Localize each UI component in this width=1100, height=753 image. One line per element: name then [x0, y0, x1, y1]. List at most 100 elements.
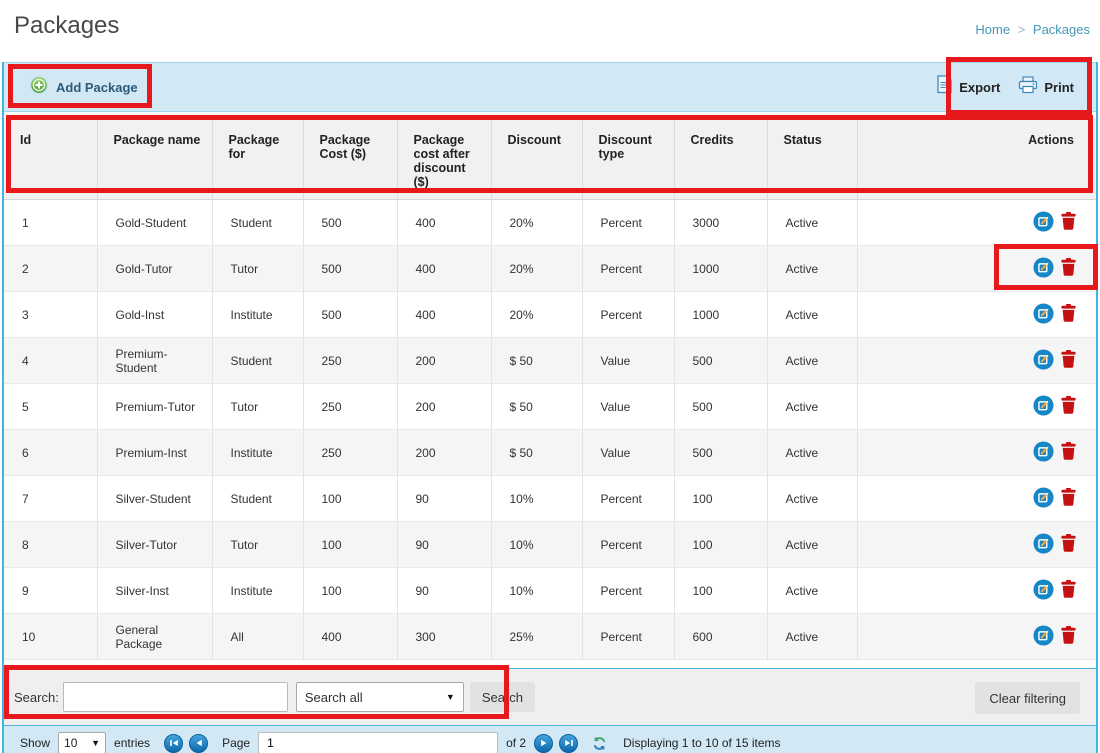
column-header-package-for[interactable]: Package for	[212, 118, 303, 200]
table-row[interactable]: 1Gold-StudentStudent50040020%Percent3000…	[4, 200, 1096, 246]
cell-id: 3	[4, 292, 97, 338]
column-header-status[interactable]: Status	[767, 118, 857, 200]
top-bar: Packages Home > Packages	[0, 0, 1100, 62]
table-row[interactable]: 9Silver-InstInstitute1009010%Percent100A…	[4, 568, 1096, 614]
delete-button[interactable]	[1061, 396, 1076, 417]
table-row[interactable]: 3Gold-InstInstitute50040020%Percent1000A…	[4, 292, 1096, 338]
table-row[interactable]: 5Premium-TutorTutor250200$ 50Value500Act…	[4, 384, 1096, 430]
cell-cost: 500	[303, 246, 397, 292]
edit-icon	[1033, 487, 1054, 511]
first-page-button[interactable]	[164, 734, 183, 753]
edit-button[interactable]	[1033, 211, 1054, 235]
cell-name: Gold-Inst	[97, 292, 212, 338]
cell-cost-after: 90	[397, 522, 491, 568]
cell-discount: 20%	[491, 200, 582, 246]
filter-bar: Search: Search all ▼ Search Clear filter…	[4, 668, 1096, 725]
cell-cost: 400	[303, 614, 397, 660]
page-size-select[interactable]: 10 ▼	[58, 732, 106, 753]
column-header-package-cost[interactable]: Package Cost ($)	[303, 118, 397, 200]
cell-cost: 250	[303, 384, 397, 430]
cell-status: Active	[767, 476, 857, 522]
cell-for: Institute	[212, 292, 303, 338]
cell-cost-after: 90	[397, 568, 491, 614]
delete-button[interactable]	[1061, 258, 1076, 279]
edit-button[interactable]	[1033, 303, 1054, 327]
edit-button[interactable]	[1033, 487, 1054, 511]
delete-button[interactable]	[1061, 350, 1076, 371]
table-row[interactable]: 10General PackageAll40030025%Percent600A…	[4, 614, 1096, 660]
trash-icon	[1061, 534, 1076, 555]
edit-button[interactable]	[1033, 579, 1054, 603]
column-header-actions[interactable]: Actions	[857, 118, 1096, 200]
cell-actions	[857, 522, 1096, 568]
table-row[interactable]: 2Gold-TutorTutor50040020%Percent1000Acti…	[4, 246, 1096, 292]
search-input[interactable]	[63, 682, 288, 712]
cell-cost-after: 200	[397, 338, 491, 384]
cell-for: Student	[212, 476, 303, 522]
delete-button[interactable]	[1061, 442, 1076, 463]
column-header-credits[interactable]: Credits	[674, 118, 767, 200]
delete-button[interactable]	[1061, 580, 1076, 601]
breadcrumb-home-link[interactable]: Home	[975, 22, 1010, 37]
cell-status: Active	[767, 292, 857, 338]
table-row[interactable]: 8Silver-TutorTutor1009010%Percent100Acti…	[4, 522, 1096, 568]
cell-id: 1	[4, 200, 97, 246]
cell-for: All	[212, 614, 303, 660]
last-page-button[interactable]	[559, 734, 578, 753]
of-label: of 2	[506, 736, 526, 750]
edit-button[interactable]	[1033, 349, 1054, 373]
previous-page-button[interactable]	[189, 734, 208, 753]
search-field-select[interactable]: Search all ▼	[296, 682, 464, 712]
cell-credits: 100	[674, 522, 767, 568]
delete-button[interactable]	[1061, 212, 1076, 233]
trash-icon	[1061, 350, 1076, 371]
trash-icon	[1061, 442, 1076, 463]
clear-filtering-button[interactable]: Clear filtering	[975, 682, 1080, 714]
delete-button[interactable]	[1061, 534, 1076, 555]
refresh-icon[interactable]	[592, 736, 607, 751]
add-package-button[interactable]: Add Package	[30, 76, 138, 99]
breadcrumb: Home > Packages	[975, 22, 1090, 37]
search-button[interactable]: Search	[470, 682, 535, 712]
cell-cost: 500	[303, 292, 397, 338]
column-header-discount-type[interactable]: Discount type	[582, 118, 674, 200]
toolbar-right: Export Print	[936, 75, 1074, 99]
page-label: Page	[222, 736, 250, 750]
cell-discount-type: Percent	[582, 246, 674, 292]
delete-button[interactable]	[1061, 626, 1076, 647]
export-button[interactable]: Export	[936, 75, 1000, 99]
table-row[interactable]: 4Premium-StudentStudent250200$ 50Value50…	[4, 338, 1096, 384]
edit-button[interactable]	[1033, 533, 1054, 557]
cell-discount: 20%	[491, 246, 582, 292]
cell-actions	[857, 384, 1096, 430]
chevron-down-icon: ▼	[446, 692, 455, 702]
cell-discount-type: Value	[582, 430, 674, 476]
cell-id: 4	[4, 338, 97, 384]
cell-credits: 500	[674, 338, 767, 384]
edit-button[interactable]	[1033, 395, 1054, 419]
next-page-button[interactable]	[534, 734, 553, 753]
column-header-package-name[interactable]: Package name	[97, 118, 212, 200]
delete-button[interactable]	[1061, 304, 1076, 325]
cell-discount-type: Percent	[582, 200, 674, 246]
cell-cost: 100	[303, 476, 397, 522]
edit-button[interactable]	[1033, 257, 1054, 281]
page-input[interactable]	[258, 732, 498, 753]
cell-name: Premium-Student	[97, 338, 212, 384]
page: Packages Home > Packages	[0, 0, 1100, 753]
chevron-down-icon: ▼	[91, 738, 100, 748]
cell-cost: 500	[303, 200, 397, 246]
column-header-discount[interactable]: Discount	[491, 118, 582, 200]
edit-button[interactable]	[1033, 625, 1054, 649]
print-button[interactable]: Print	[1018, 76, 1074, 99]
table-row[interactable]: 6Premium-InstInstitute250200$ 50Value500…	[4, 430, 1096, 476]
delete-button[interactable]	[1061, 488, 1076, 509]
table-row[interactable]: 7Silver-StudentStudent1009010%Percent100…	[4, 476, 1096, 522]
edit-button[interactable]	[1033, 441, 1054, 465]
grid-toolbar: Add Package Export	[4, 62, 1096, 112]
column-header-id[interactable]: Id	[4, 118, 97, 200]
export-icon	[936, 75, 953, 99]
column-header-package-cost-after-discount[interactable]: Package cost after discount ($)	[397, 118, 491, 200]
edit-icon	[1033, 395, 1054, 419]
breadcrumb-current[interactable]: Packages	[1033, 22, 1090, 37]
